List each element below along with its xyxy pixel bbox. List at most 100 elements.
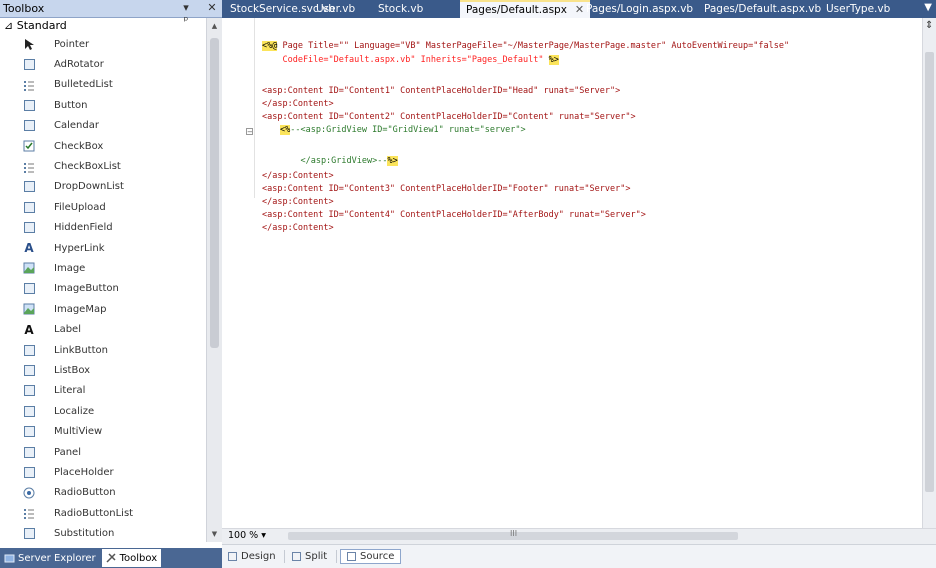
tab-pages-default-aspx[interactable]: Pages/Default.aspx ✕ <box>460 0 591 18</box>
toolbox-group-standard[interactable]: ⊿ Standard <box>0 18 206 34</box>
toolbox-item-image[interactable]: Image <box>0 258 206 278</box>
server-explorer-icon <box>4 553 15 564</box>
tab-pages-default-aspx-vb[interactable]: Pages/Default.aspx.vb <box>704 0 821 18</box>
toolbox-close-button[interactable]: ✕ <box>206 1 218 14</box>
toolbox-item-panel[interactable]: Panel <box>0 442 206 462</box>
view-separator <box>284 550 285 563</box>
outline-margin <box>254 18 255 198</box>
radio-button-list-icon <box>22 506 36 520</box>
adrotator-icon <box>22 58 36 72</box>
image-icon <box>22 261 36 275</box>
design-view-button[interactable]: Design <box>228 549 276 564</box>
toolbox-tab[interactable]: Toolbox <box>101 549 162 567</box>
toolbox-item-label: LinkButton <box>54 344 108 356</box>
toolbox-item-multiview[interactable]: MultiView <box>0 421 206 441</box>
toolbox-item-localize[interactable]: Localize <box>0 401 206 421</box>
toolbox-item-placeholder[interactable]: PlaceHolder <box>0 462 206 482</box>
tab-user-vb[interactable]: User.vb <box>316 0 355 18</box>
toolbox-item-label: ImageMap <box>54 303 107 315</box>
toolbox-item-checkbox[interactable]: CheckBox <box>0 136 206 156</box>
button-icon <box>22 98 36 112</box>
toolbox-item-calendar[interactable]: Calendar <box>0 116 206 136</box>
code-line-10: </asp:Content> <box>262 197 334 207</box>
placeholder-icon <box>22 465 36 479</box>
toolbox-bottom-tabs: Server Explorer Toolbox <box>0 548 222 568</box>
hidden-field-icon <box>22 221 36 235</box>
toolbox-item-imagemap[interactable]: ImageMap <box>0 299 206 319</box>
radio-button-icon <box>22 486 36 500</box>
toolbox-item-radiobutton[interactable]: RadioButton <box>0 483 206 503</box>
document-tab-bar: StockService.svc.vb User.vb Stock.vb Pag… <box>222 0 936 18</box>
code-line-1: <%@ Page Title="" Language="VB" MasterPa… <box>262 41 790 51</box>
toolbox-item-label: FileUpload <box>54 201 106 213</box>
toolbox-item-label: DropDownList <box>54 181 124 193</box>
toolbox-item-adrotator[interactable]: AdRotator <box>0 54 206 74</box>
toolbox-item-bulletedlist[interactable]: BulletedList <box>0 75 206 95</box>
toolbox-item-literal[interactable]: Literal <box>0 381 206 401</box>
source-view-icon <box>347 552 356 561</box>
split-window-icon[interactable]: ⇕ <box>925 20 933 31</box>
editor-scroll-thumb[interactable] <box>925 52 934 492</box>
toolbox-item-label: ListBox <box>54 364 91 376</box>
code-editor[interactable]: − <%@ Page Title="" Language="VB" Master… <box>222 18 922 528</box>
toolbox-item-label: AdRotator <box>54 59 104 71</box>
toolbox-item-label: Button <box>54 99 88 111</box>
toolbox-item-listbox[interactable]: ListBox <box>0 360 206 380</box>
toolbox-item-imagebutton[interactable]: ImageButton <box>0 279 206 299</box>
toolbox-item-radiobuttonlist[interactable]: RadioButtonList <box>0 503 206 523</box>
toolbox-item-label: PlaceHolder <box>54 466 114 478</box>
toolbox-item-label: Image <box>54 262 86 274</box>
split-view-icon <box>292 552 301 561</box>
code-line-6: <%--<asp:GridView ID="GridView1" runat="… <box>280 125 526 135</box>
source-view-button[interactable]: Source <box>340 549 402 564</box>
split-view-button[interactable]: Split <box>292 549 327 564</box>
calendar-icon <box>22 119 36 133</box>
scroll-down-icon[interactable]: ▼ <box>207 530 222 538</box>
toolbox-item-checkboxlist[interactable]: CheckBoxList <box>0 156 206 176</box>
toolbox-item-fileupload[interactable]: FileUpload <box>0 197 206 217</box>
toolbox-item-label: RadioButtonList <box>54 507 134 519</box>
zoom-level[interactable]: 100 % ▾ <box>228 530 266 541</box>
view-switcher-bar: Design Split Source <box>222 544 936 568</box>
toolbox-icon <box>106 552 117 564</box>
toolbox-item-label: MultiView <box>54 426 103 438</box>
toolbox-item-pointer[interactable]: Pointer <box>0 34 206 54</box>
toolbox-item-hyperlink[interactable]: A HyperLink <box>0 238 206 258</box>
toolbox-scrollbar[interactable]: ▲ ▼ <box>206 18 222 542</box>
tab-usertype-vb[interactable]: UserType.vb <box>826 0 890 18</box>
link-button-icon <box>22 343 36 357</box>
editor-horizontal-scroll-row: 100 % ▾ III <box>222 528 936 544</box>
checkbox-list-icon <box>22 160 36 174</box>
toolbox-item-hiddenfield[interactable]: HiddenField <box>0 218 206 238</box>
tab-stock-vb[interactable]: Stock.vb <box>378 0 423 18</box>
toolbox-item-label: ImageButton <box>54 283 119 295</box>
toolbox-item-label: Calendar <box>54 120 99 132</box>
toolbox-item-label[interactable]: A Label <box>0 319 206 339</box>
toolbox-item-label: Localize <box>54 405 95 417</box>
tab-pages-login-aspx-vb[interactable]: Pages/Login.aspx.vb <box>586 0 693 18</box>
toolbox-item-linkbutton[interactable]: LinkButton <box>0 340 206 360</box>
tab-overflow-dropdown-icon[interactable]: ▼ <box>924 2 932 13</box>
toolbox-panel: Toolbox ▾ ᵖ ✕ ⊿ Standard Pointer AdRotato… <box>0 0 222 568</box>
toolbox-item-label: BulletedList <box>54 79 113 91</box>
toolbox-scroll-thumb[interactable] <box>210 38 219 348</box>
toolbox-item-substitution[interactable]: Substitution <box>0 523 206 542</box>
toolbox-item-label: Pointer <box>54 38 90 50</box>
tab-close-icon[interactable]: ✕ <box>575 3 584 16</box>
server-explorer-tab[interactable]: Server Explorer <box>0 549 100 567</box>
toolbox-item-label: Substitution <box>54 528 115 540</box>
code-line-8: </asp:Content> <box>262 171 334 181</box>
fold-toggle-content2[interactable]: − <box>246 128 253 136</box>
toolbox-item-button[interactable]: Button <box>0 95 206 115</box>
hyperlink-icon: A <box>24 241 34 256</box>
toolbox-tab-label: Toolbox <box>119 552 158 564</box>
editor-vertical-scrollbar[interactable]: ⇕ <box>922 18 936 528</box>
toolbox-item-dropdownlist[interactable]: DropDownList <box>0 177 206 197</box>
code-line-11: <asp:Content ID="Content4" ContentPlaceH… <box>262 210 646 220</box>
design-view-icon <box>228 552 237 561</box>
toolbox-title: Toolbox <box>3 2 45 15</box>
toolbox-item-label: HyperLink <box>54 242 105 254</box>
scroll-up-icon[interactable]: ▲ <box>207 22 222 30</box>
hscroll-grip-icon: III <box>510 529 518 538</box>
toolbox-item-label: Literal <box>54 385 86 397</box>
